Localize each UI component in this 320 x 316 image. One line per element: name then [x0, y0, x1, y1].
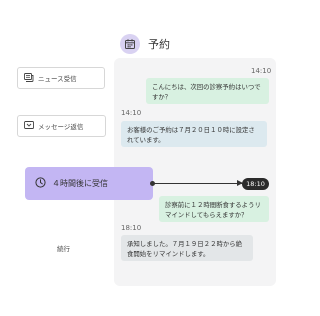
trigger-label: ４時間後に受信	[52, 179, 108, 188]
news-icon	[24, 72, 34, 84]
timestamp: 18:10	[121, 224, 142, 232]
message-bubble-outgoing: こんにちは、次回の診察予約はいつですか？	[146, 78, 269, 104]
news-receive-label: ニュース受信	[38, 75, 77, 83]
message-bubble-incoming: 承知しました。７月１９日２２時から絶食開始をリマインドします。	[121, 235, 253, 261]
timestamp: 14:10	[251, 67, 272, 75]
message-reply-button[interactable]: メッセージ返信	[17, 115, 106, 137]
connector-dot	[150, 181, 155, 186]
chat-header: 予約	[120, 34, 170, 54]
clock-icon	[35, 177, 46, 190]
message-bubble-incoming: お客様のご予約は７月２０日１０時に設定されています。	[121, 121, 267, 147]
timestamp: 14:10	[121, 109, 142, 117]
news-receive-button[interactable]: ニュース受信	[17, 67, 105, 89]
message-reply-label: メッセージ返信	[38, 123, 84, 131]
calendar-icon	[120, 34, 140, 54]
trigger-card[interactable]: ４時間後に受信	[25, 167, 153, 200]
continue-label: 続行	[57, 245, 70, 253]
connector-line	[152, 183, 244, 184]
chat-title: 予約	[148, 38, 170, 51]
reply-icon	[24, 120, 34, 132]
time-pill: 18:10	[242, 178, 269, 190]
message-bubble-outgoing: 診察前に１２時間断食するようリマインドしてもらえますか？	[159, 196, 269, 222]
